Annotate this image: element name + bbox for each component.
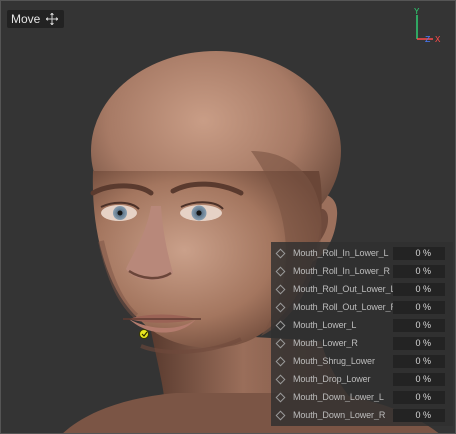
mode-label-text: Move: [11, 12, 41, 26]
morph-row[interactable]: Mouth_Lower_R 0 %: [271, 334, 453, 352]
axis-gizmo: Y Z X: [414, 7, 441, 45]
keyframe-diamond-icon[interactable]: [275, 392, 286, 402]
morph-row[interactable]: Mouth_Lower_L 0 %: [271, 316, 453, 334]
morph-value-field[interactable]: 0 %: [393, 336, 445, 350]
z-axis-label: Z: [425, 35, 431, 45]
y-axis-label: Y: [414, 7, 420, 17]
morph-value-field[interactable]: 0 %: [393, 264, 445, 278]
morph-row[interactable]: Mouth_Roll_In_Lower_R 0 %: [271, 262, 453, 280]
morph-value-field[interactable]: 0 %: [393, 408, 445, 422]
morph-row[interactable]: Mouth_Drop_Lower 0 %: [271, 370, 453, 388]
keyframe-diamond-icon[interactable]: [275, 338, 286, 348]
morph-name: Mouth_Shrug_Lower: [293, 356, 375, 366]
move-mode-label[interactable]: Move: [7, 10, 65, 28]
keyframe-diamond-icon[interactable]: [275, 356, 286, 366]
morph-value-field[interactable]: 0 %: [393, 372, 445, 386]
x-axis-label: X: [435, 35, 441, 45]
morph-name: Mouth_Lower_R: [293, 338, 358, 348]
morph-row[interactable]: Mouth_Roll_Out_Lower_L 0 %: [271, 280, 453, 298]
keyframe-diamond-icon[interactable]: [275, 374, 286, 384]
morph-name: Mouth_Roll_Out_Lower_L: [293, 284, 393, 294]
morph-row[interactable]: Mouth_Shrug_Lower 0 %: [271, 352, 453, 370]
morph-name: Mouth_Down_Lower_R: [293, 410, 386, 420]
morph-name: Mouth_Lower_L: [293, 320, 357, 330]
morph-row[interactable]: Mouth_Down_Lower_R 0 %: [271, 406, 453, 424]
morph-name: Mouth_Roll_Out_Lower_R: [293, 302, 393, 312]
keyframe-diamond-icon[interactable]: [275, 284, 286, 294]
morph-name: Mouth_Roll_In_Lower_L: [293, 248, 389, 258]
morph-panel: Mouth_Roll_In_Lower_L 0 % Mouth_Roll_In_…: [271, 242, 453, 426]
morph-value-field[interactable]: 0 %: [393, 390, 445, 404]
morph-value-field[interactable]: 0 %: [393, 282, 445, 296]
3d-viewport[interactable]: Move Y Z X Mouth_Roll_In_Lower_L 0 % Mou…: [0, 0, 456, 434]
morph-value-field[interactable]: 0 %: [393, 300, 445, 314]
mouth-control-point[interactable]: [139, 329, 149, 339]
move-crosshair-icon: [46, 13, 59, 25]
keyframe-diamond-icon[interactable]: [275, 410, 286, 420]
morph-row[interactable]: Mouth_Roll_Out_Lower_R 0 %: [271, 298, 453, 316]
morph-value-field[interactable]: 0 %: [393, 246, 445, 260]
morph-name: Mouth_Roll_In_Lower_R: [293, 266, 390, 276]
morph-value-field[interactable]: 0 %: [393, 354, 445, 368]
morph-name: Mouth_Down_Lower_L: [293, 392, 384, 402]
morph-row[interactable]: Mouth_Down_Lower_L 0 %: [271, 388, 453, 406]
morph-name: Mouth_Drop_Lower: [293, 374, 371, 384]
keyframe-diamond-icon[interactable]: [275, 302, 286, 312]
keyframe-diamond-icon[interactable]: [275, 320, 286, 330]
morph-value-field[interactable]: 0 %: [393, 318, 445, 332]
keyframe-diamond-icon[interactable]: [275, 248, 286, 258]
keyframe-diamond-icon[interactable]: [275, 266, 286, 276]
morph-row[interactable]: Mouth_Roll_In_Lower_L 0 %: [271, 244, 453, 262]
